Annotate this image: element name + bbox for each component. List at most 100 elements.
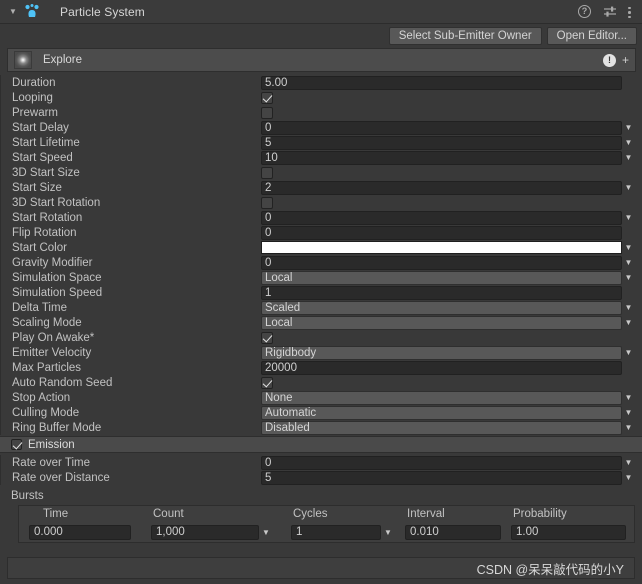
property-checkbox[interactable] (261, 106, 273, 119)
chevron-down-icon[interactable]: ▼ (622, 273, 635, 282)
property-dropdown[interactable]: Disabled (261, 420, 622, 435)
property-label: Scaling Mode (12, 316, 82, 329)
bursts-column-header: Probability (511, 508, 634, 520)
property-value: 0▼ (261, 225, 642, 240)
property-row: Flip Rotation 0▼ (1, 225, 642, 240)
property-row: Scaling Mode Local ▼ (1, 315, 642, 330)
property-row: Play On Awake* (1, 330, 642, 345)
property-checkbox[interactable] (261, 376, 273, 389)
property-label: Prewarm (12, 106, 59, 119)
bursts-time-input[interactable]: 0.000 (29, 524, 131, 540)
property-value: Automatic ▼ (261, 405, 642, 420)
property-dropdown[interactable]: Rigidbody (261, 345, 622, 360)
property-dropdown[interactable]: Local (261, 270, 622, 285)
bursts-column-header: Time (19, 508, 151, 520)
property-dropdown[interactable]: Automatic (261, 405, 622, 420)
inspector-toolbar: Select Sub-Emitter Owner Open Editor... (0, 24, 642, 48)
property-row: Simulation Speed 1▼ (1, 285, 642, 300)
bursts-probability-input[interactable]: 1.00 (511, 524, 626, 540)
color-swatch[interactable] (261, 241, 622, 254)
property-input[interactable]: 0 (261, 210, 622, 225)
property-value (261, 106, 642, 119)
property-dropdown[interactable]: Scaled (261, 300, 622, 315)
emission-enabled-checkbox[interactable] (11, 439, 22, 450)
property-input[interactable]: 0 (261, 455, 622, 470)
property-value: 5 ▼ (261, 470, 642, 485)
select-sub-emitter-owner-button[interactable]: Select Sub-Emitter Owner (388, 27, 542, 45)
property-value: ▼ (261, 241, 642, 254)
bursts-interval-input[interactable]: 0.010 (405, 524, 501, 540)
chevron-down-icon[interactable]: ▼ (622, 458, 635, 467)
property-input[interactable]: 0 (261, 120, 622, 135)
property-checkbox[interactable] (261, 196, 273, 209)
chevron-down-icon[interactable]: ▼ (622, 123, 635, 132)
property-row: 3D Start Rotation (1, 195, 642, 210)
property-value: None ▼ (261, 390, 642, 405)
bursts-column-label: Count (153, 508, 184, 520)
property-label: 3D Start Rotation (12, 196, 101, 209)
chevron-down-icon[interactable]: ▼ (622, 153, 635, 162)
property-label: Start Size (12, 181, 62, 194)
property-value: Local ▼ (261, 315, 642, 330)
property-checkbox[interactable] (261, 166, 273, 179)
chevron-down-icon[interactable]: ▼ (622, 473, 635, 482)
property-input[interactable]: 5 (261, 135, 622, 150)
particle-thumbnail-icon (14, 51, 32, 69)
property-input[interactable]: 2 (261, 180, 622, 195)
property-input[interactable]: 20000 (261, 360, 622, 375)
property-label: Start Lifetime (12, 136, 80, 149)
bursts-column-header: Count (151, 508, 291, 520)
property-row: Looping (1, 90, 642, 105)
chevron-down-icon[interactable]: ▼ (622, 243, 635, 252)
property-input[interactable]: 10 (261, 150, 622, 165)
plus-icon[interactable]: + (622, 54, 629, 66)
open-editor-button[interactable]: Open Editor... (546, 27, 637, 45)
emission-section-header[interactable]: Emission (0, 436, 642, 453)
property-input[interactable]: 0 (261, 255, 622, 270)
bursts-table-header: Time Count Cycles Interval Probability (19, 506, 634, 522)
property-value (261, 91, 642, 104)
preset-icon[interactable] (603, 5, 617, 19)
property-dropdown[interactable]: Local (261, 315, 622, 330)
property-dropdown[interactable]: None (261, 390, 622, 405)
chevron-down-icon[interactable]: ▼ (622, 423, 635, 432)
property-value: 5 ▼ (261, 135, 642, 150)
property-input[interactable]: 5 (261, 470, 622, 485)
property-label: Culling Mode (12, 406, 80, 419)
property-input[interactable]: 1 (261, 285, 622, 300)
chevron-down-icon[interactable]: ▼ (622, 303, 635, 312)
explore-label: Explore (43, 54, 82, 66)
bursts-count-input[interactable]: 1,000 (151, 524, 259, 540)
property-label: Rate over Time (12, 456, 90, 469)
chevron-down-icon[interactable]: ▼ (622, 138, 635, 147)
property-value: 0▼ (261, 455, 642, 470)
more-menu-icon[interactable] (628, 5, 631, 19)
chevron-down-icon[interactable]: ▼ (622, 318, 635, 327)
property-row: Duration 5.00▼ (1, 75, 642, 90)
chevron-down-icon[interactable]: ▼ (622, 348, 635, 357)
help-icon[interactable]: ? (578, 4, 592, 19)
chevron-down-icon[interactable]: ▼ (622, 408, 635, 417)
bursts-cell-count: 1,000 ▼ (151, 524, 291, 540)
bursts-column-label: Interval (407, 508, 445, 520)
property-row: Rate over Time 0 ▼ (1, 455, 642, 470)
particle-system-inspector: ▼ Particle System ? Select Sub-Emitter O… (0, 0, 642, 584)
warning-icon[interactable]: ! (602, 53, 616, 67)
bursts-column-label: Cycles (293, 508, 328, 520)
chevron-down-icon[interactable]: ▼ (622, 393, 635, 402)
property-checkbox[interactable] (261, 91, 273, 104)
property-row: Start Size 2 ▼ (1, 180, 642, 195)
chevron-down-icon[interactable]: ▼ (622, 258, 635, 267)
property-input[interactable]: 0 (261, 225, 622, 240)
property-input[interactable]: 5.00 (261, 75, 622, 90)
property-checkbox[interactable] (261, 331, 273, 344)
component-titlebar: ▼ Particle System ? (0, 0, 642, 24)
bursts-cycles-input[interactable]: 1 (291, 524, 381, 540)
emission-title: Emission (28, 438, 75, 451)
foldout-triangle-icon[interactable]: ▼ (6, 0, 20, 24)
chevron-down-icon[interactable]: ▼ (259, 528, 273, 537)
chevron-down-icon[interactable]: ▼ (622, 183, 635, 192)
chevron-down-icon[interactable]: ▼ (622, 213, 635, 222)
explore-header[interactable]: Explore ! + (7, 48, 636, 72)
chevron-down-icon[interactable]: ▼ (381, 528, 395, 537)
